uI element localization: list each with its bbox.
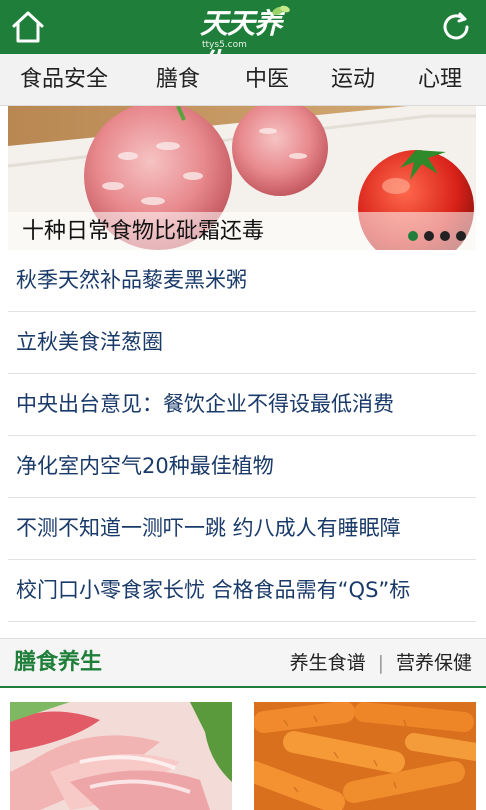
nav-item-exercise[interactable]: 运动 <box>331 54 375 106</box>
meat-image <box>10 702 232 810</box>
link-separator: | <box>377 652 384 674</box>
news-list: 秋季天然补品藜麦黑米粥 立秋美食洋葱圈 中央出台意见：餐饮企业不得设最低消费 净… <box>8 250 476 622</box>
logo-domain: ttys5.com <box>202 40 247 50</box>
news-item[interactable]: 秋季天然补品藜麦黑米粥 <box>8 250 476 312</box>
news-item[interactable]: 校门口小零食家长忧 合格食品需有“QS”标 <box>8 560 476 622</box>
carousel-dot[interactable] <box>424 231 434 241</box>
home-icon <box>12 11 44 43</box>
nav-item-tcm[interactable]: 中医 <box>245 54 289 106</box>
news-item[interactable]: 中央出台意见：餐饮企业不得设最低消费 <box>8 374 476 436</box>
home-button[interactable] <box>10 9 46 45</box>
section-links: 养生食谱 | 营养保健 <box>290 639 472 687</box>
carrot-thumbnail[interactable] <box>254 702 476 810</box>
nav-item-diet[interactable]: 膳食 <box>156 54 200 106</box>
nav-item-food-safety[interactable]: 食品安全 <box>20 54 108 106</box>
carrot-image <box>254 702 476 810</box>
refresh-icon <box>443 12 469 40</box>
category-nav: 食品安全 膳食 中医 运动 心理 <box>0 54 486 106</box>
app-header: 天天养生 ttys5.com <box>0 0 486 80</box>
news-item[interactable]: 不测不知道一测吓一跳 约八成人有睡眠障 <box>8 498 476 560</box>
refresh-button[interactable] <box>438 9 474 45</box>
carousel-dot[interactable] <box>440 231 450 241</box>
carousel-dots <box>402 226 466 241</box>
section-title[interactable]: 膳食养生 <box>14 639 102 687</box>
news-item[interactable]: 立秋美食洋葱圈 <box>8 312 476 374</box>
carousel-dot[interactable] <box>456 231 466 241</box>
link-recipes[interactable]: 养生食谱 <box>290 652 366 674</box>
featured-banner[interactable]: 十种日常食物比砒霜还毒 <box>8 106 476 250</box>
meat-thumbnail[interactable] <box>10 702 232 810</box>
leaf-icon <box>272 5 290 16</box>
news-item[interactable]: 净化室内空气20种最佳植物 <box>8 436 476 498</box>
nav-item-psychology[interactable]: 心理 <box>418 54 462 106</box>
app-logo: 天天养生 ttys5.com <box>194 2 294 80</box>
carousel-dot[interactable] <box>408 231 418 241</box>
banner-caption: 十种日常食物比砒霜还毒 <box>22 219 265 244</box>
link-nutrition[interactable]: 营养保健 <box>396 652 472 674</box>
section-header: 膳食养生 养生食谱 | 营养保健 <box>0 638 486 688</box>
